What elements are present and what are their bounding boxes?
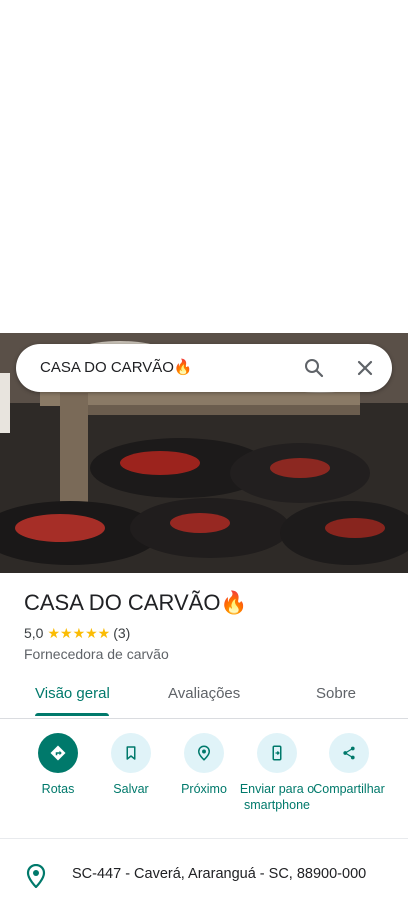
- share-label: Compartilhar: [313, 782, 385, 796]
- directions-icon: [38, 733, 78, 773]
- tab-about[interactable]: Sobre: [316, 685, 356, 702]
- close-icon[interactable]: [353, 356, 377, 380]
- place-category: Fornecedora de carvão: [24, 646, 169, 662]
- search-icon[interactable]: [302, 356, 326, 380]
- share-button[interactable]: Compartilhar: [309, 733, 389, 797]
- place-title: CASA DO CARVÃO🔥: [24, 590, 248, 615]
- search-bar[interactable]: CASA DO CARVÃO🔥: [16, 344, 392, 392]
- directions-button[interactable]: Rotas: [18, 733, 98, 797]
- save-button[interactable]: Salvar: [91, 733, 171, 797]
- send-to-phone-button[interactable]: Enviar para o smartphone: [237, 733, 317, 813]
- review-count[interactable]: (3): [113, 625, 130, 641]
- directions-label: Rotas: [41, 782, 75, 796]
- active-tab-indicator: [35, 713, 109, 716]
- nearby-button[interactable]: Próximo: [164, 733, 244, 797]
- address-row[interactable]: SC-447 - Caverá, Araranguá - SC, 88900-0…: [0, 850, 408, 900]
- save-label: Salvar: [113, 782, 149, 796]
- map-area[interactable]: [0, 0, 408, 333]
- rating-row[interactable]: 5,0 ★★★★★ (3): [24, 625, 130, 642]
- search-query[interactable]: CASA DO CARVÃO🔥: [40, 358, 193, 376]
- location-pin-icon: [26, 863, 46, 893]
- star-rating: ★★★★★: [47, 625, 111, 641]
- address-text: SC-447 - Caverá, Araranguá - SC, 88900-0…: [72, 866, 367, 882]
- bookmark-icon: [111, 733, 151, 773]
- send-to-phone-icon: [257, 733, 297, 773]
- send-to-phone-label: Enviar para o smartphone: [239, 782, 315, 812]
- rating-value: 5,0: [24, 625, 44, 641]
- share-icon: [329, 733, 369, 773]
- nearby-icon: [184, 733, 224, 773]
- nearby-label: Próximo: [181, 782, 227, 796]
- tab-reviews[interactable]: Avaliações: [168, 685, 240, 702]
- action-buttons: Rotas Salvar Próximo Enviar para o smart…: [0, 719, 408, 839]
- tab-overview[interactable]: Visão geral: [35, 685, 110, 702]
